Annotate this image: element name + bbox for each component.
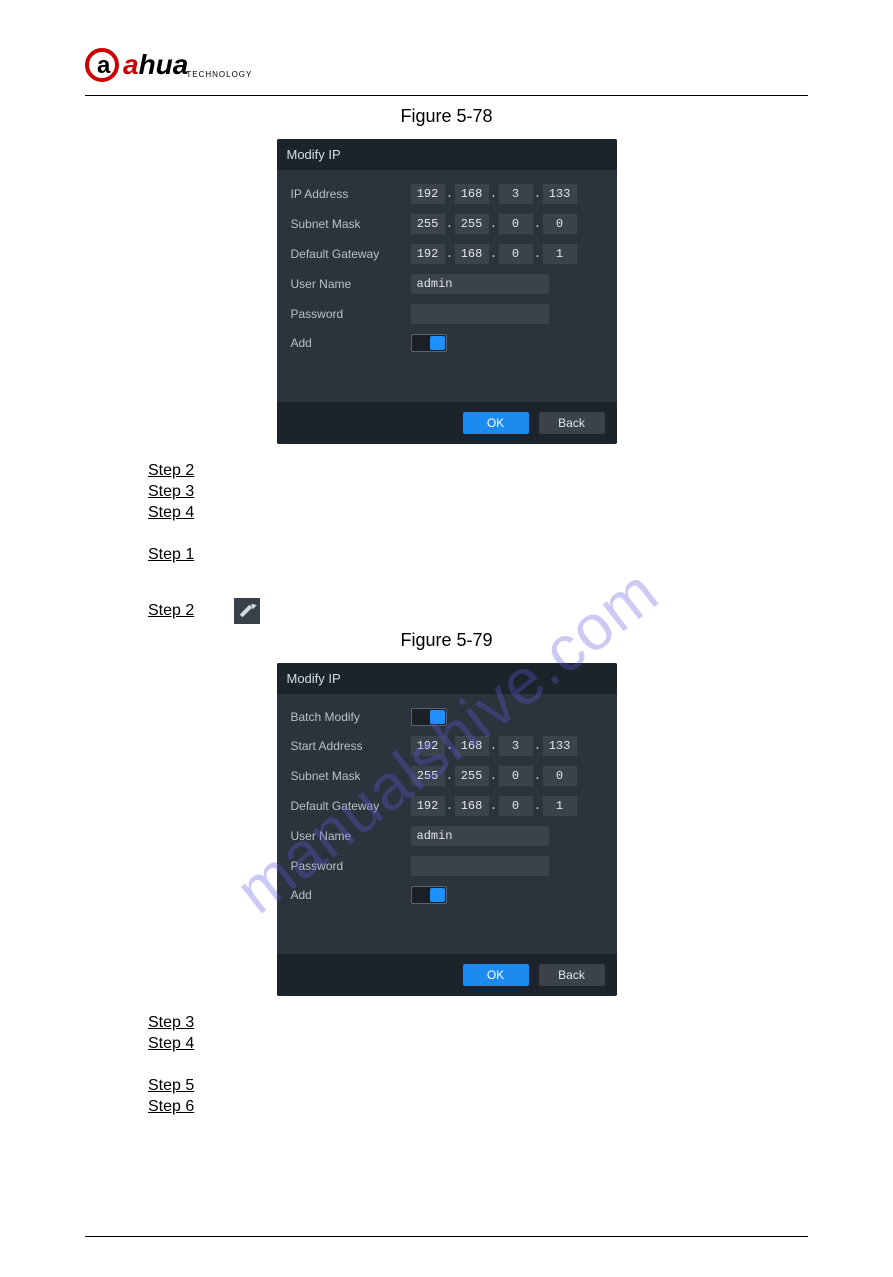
ip-octet[interactable]: 255 — [411, 766, 445, 786]
ip-octet[interactable]: 0 — [499, 244, 533, 264]
label-default-gateway: Default Gateway — [291, 247, 411, 261]
header: ahuaTECHNOLOGY — [85, 48, 808, 96]
dialog-title: Modify IP — [277, 663, 617, 694]
label-ip-address: IP Address — [291, 187, 411, 201]
ip-octet[interactable]: 133 — [543, 184, 577, 204]
label-password: Password — [291, 859, 411, 873]
ip-octet[interactable]: 168 — [455, 184, 489, 204]
label-user-name: User Name — [291, 277, 411, 291]
user-name-input[interactable]: admin — [411, 826, 549, 846]
ip-octet[interactable]: 3 — [499, 184, 533, 204]
ip-octet[interactable]: 0 — [499, 766, 533, 786]
dialog-title: Modify IP — [277, 139, 617, 170]
ip-octet[interactable]: 0 — [499, 796, 533, 816]
label-subnet-mask: Subnet Mask — [291, 217, 411, 231]
dialog-body: Batch Modify Start Address 192. 168. 3. … — [277, 694, 617, 954]
dialog-footer: OK Back — [277, 954, 617, 996]
figure-caption-2: Figure 5-79 — [85, 630, 808, 651]
default-gateway-input[interactable]: 192. 168. 0. 1 — [411, 244, 577, 264]
password-input[interactable] — [411, 856, 549, 876]
step-item: Step 4 — [148, 1035, 808, 1053]
label-batch-modify: Batch Modify — [291, 710, 411, 724]
back-button[interactable]: Back — [539, 964, 605, 986]
ip-octet[interactable]: 3 — [499, 736, 533, 756]
step-item: Step 1 — [148, 546, 808, 564]
label-default-gateway: Default Gateway — [291, 799, 411, 813]
label-user-name: User Name — [291, 829, 411, 843]
start-address-input[interactable]: 192. 168. 3. 133 — [411, 736, 577, 756]
add-toggle[interactable] — [411, 886, 447, 904]
ip-octet[interactable]: 192 — [411, 796, 445, 816]
subnet-mask-input[interactable]: 255. 255. 0. 0 — [411, 766, 577, 786]
ip-octet[interactable]: 168 — [455, 796, 489, 816]
step-item: Step 4 — [148, 504, 808, 522]
figure-caption-1: Figure 5-78 — [85, 106, 808, 127]
ip-octet[interactable]: 192 — [411, 736, 445, 756]
logo-mark-icon — [85, 48, 119, 82]
batch-modify-toggle[interactable] — [411, 708, 447, 726]
ip-octet[interactable]: 168 — [455, 736, 489, 756]
label-subnet-mask: Subnet Mask — [291, 769, 411, 783]
step-item: Step 3 — [148, 483, 808, 501]
label-add: Add — [291, 888, 411, 902]
dialog-body: IP Address 192. 168. 3. 133 Subnet Mask … — [277, 170, 617, 402]
ip-octet[interactable]: 255 — [455, 214, 489, 234]
modify-ip-dialog-1: Modify IP IP Address 192. 168. 3. 133 Su… — [277, 139, 617, 444]
ip-octet[interactable]: 0 — [543, 214, 577, 234]
user-name-input[interactable]: admin — [411, 274, 549, 294]
ip-octet[interactable]: 1 — [543, 796, 577, 816]
pencil-icon — [234, 598, 260, 624]
brand-logo: ahuaTECHNOLOGY — [85, 48, 252, 82]
ip-octet[interactable]: 255 — [455, 766, 489, 786]
dialog-footer: OK Back — [277, 402, 617, 444]
label-start-address: Start Address — [291, 739, 411, 753]
subnet-mask-input[interactable]: 255. 255. 0. 0 — [411, 214, 577, 234]
password-input[interactable] — [411, 304, 549, 324]
ok-button[interactable]: OK — [463, 412, 529, 434]
ip-octet[interactable]: 133 — [543, 736, 577, 756]
step-item: Step 6 — [148, 1098, 808, 1116]
back-button[interactable]: Back — [539, 412, 605, 434]
manual-page: ahuaTECHNOLOGY manualshive.com Figure 5-… — [0, 0, 893, 1277]
ip-octet[interactable]: 192 — [411, 184, 445, 204]
step-item: Step 3 — [148, 1014, 808, 1032]
ip-octet[interactable]: 192 — [411, 244, 445, 264]
label-add: Add — [291, 336, 411, 350]
ip-octet[interactable]: 168 — [455, 244, 489, 264]
ip-octet[interactable]: 0 — [543, 766, 577, 786]
ip-octet[interactable]: 1 — [543, 244, 577, 264]
ip-address-input[interactable]: 192. 168. 3. 133 — [411, 184, 577, 204]
step-item: Step 2 — [148, 462, 808, 480]
default-gateway-input[interactable]: 192. 168. 0. 1 — [411, 796, 577, 816]
ip-octet[interactable]: 255 — [411, 214, 445, 234]
step-item: Step 5 — [148, 1077, 808, 1095]
ip-octet[interactable]: 0 — [499, 214, 533, 234]
label-password: Password — [291, 307, 411, 321]
step-item: Step 2 — [148, 598, 808, 624]
add-toggle[interactable] — [411, 334, 447, 352]
ok-button[interactable]: OK — [463, 964, 529, 986]
logo-text: ahuaTECHNOLOGY — [123, 51, 252, 79]
footer-rule — [85, 1236, 808, 1237]
modify-ip-dialog-2: Modify IP Batch Modify Start Address 192… — [277, 663, 617, 996]
